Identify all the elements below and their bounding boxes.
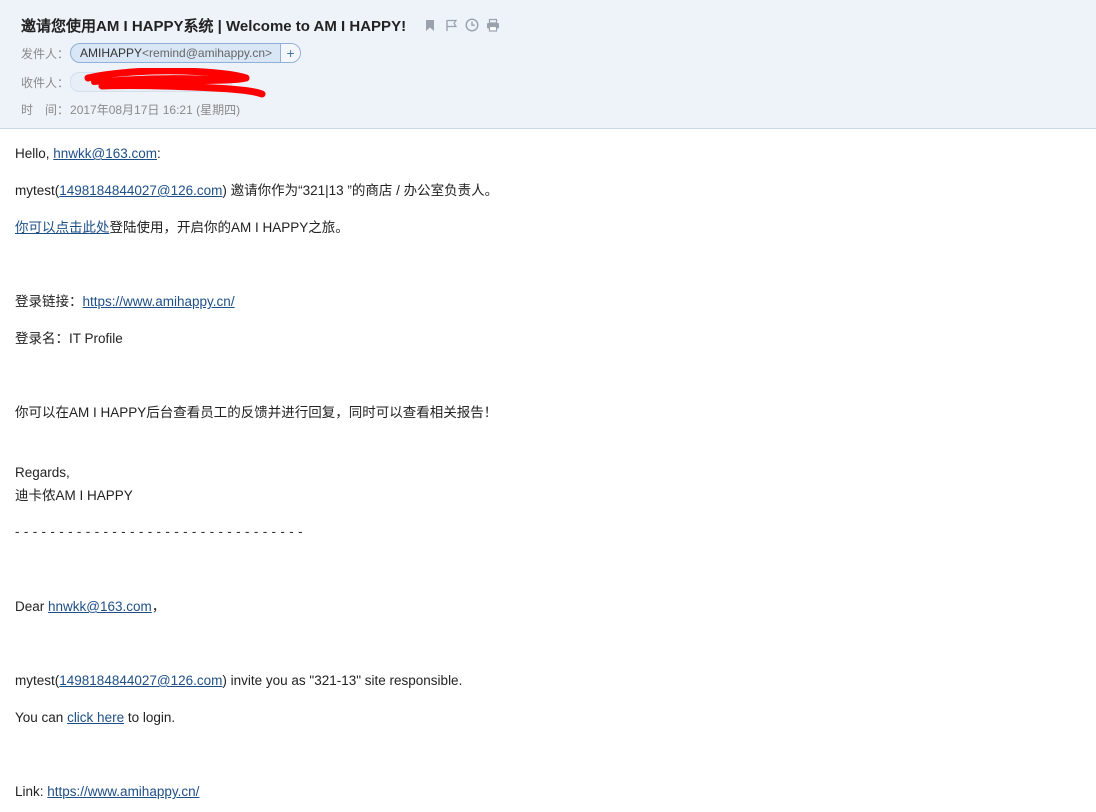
subject-row: 邀请您使用AM I HAPPY系统 | Welcome to AM I HAPP… bbox=[21, 14, 501, 36]
login-url-cn-line: 登录链接：https://www.amihappy.cn/ bbox=[15, 293, 235, 311]
login-url-label-cn: 登录链接： bbox=[15, 294, 83, 309]
subject-actions bbox=[422, 17, 501, 33]
signature-line: 迪卡侬AM I HAPPY bbox=[15, 488, 133, 503]
email-header: 邀请您使用AM I HAPPY系统 | Welcome to AM I HAPP… bbox=[0, 0, 1096, 129]
clock-icon[interactable] bbox=[464, 17, 480, 33]
to-label: 收件人： bbox=[21, 75, 70, 90]
redaction-scribble bbox=[84, 68, 266, 98]
login-name-line: 登录名：IT Profile bbox=[15, 330, 123, 348]
from-row: 发件人： AMIHAPPY <remind@amihappy.cn> + bbox=[21, 42, 302, 64]
dear-line: Dear hnwkk@163.com， bbox=[15, 598, 165, 616]
recipient-email-link[interactable]: hnwkk@163.com bbox=[53, 146, 157, 161]
link-en-line: Link: https://www.amihappy.cn/ bbox=[15, 783, 199, 801]
invite-en-email-link[interactable]: 1498184844027@126.com bbox=[59, 673, 222, 688]
dear-email-link[interactable]: hnwkk@163.com bbox=[48, 599, 152, 614]
login-name-value: IT Profile bbox=[69, 331, 123, 346]
login-link-cn[interactable]: 你可以点击此处 bbox=[15, 220, 110, 235]
sender-name: AMIHAPPY bbox=[80, 46, 143, 60]
invite-en-suffix: ) invite you as "321-13" site responsibl… bbox=[222, 673, 463, 688]
add-contact-button[interactable]: + bbox=[280, 44, 301, 62]
inviter-email-link[interactable]: 1498184844027@126.com bbox=[59, 183, 222, 198]
dear-prefix: Dear bbox=[15, 599, 49, 614]
regards-line: Regards, bbox=[15, 465, 70, 480]
invite-en-prefix: mytest( bbox=[15, 673, 60, 688]
link-en-url[interactable]: https://www.amihappy.cn/ bbox=[47, 784, 199, 799]
dear-suffix: ， bbox=[151, 599, 166, 614]
print-icon[interactable] bbox=[485, 17, 501, 33]
sent-time: 2017年08月17日 16:21 (星期四) bbox=[70, 102, 241, 117]
login-cn-line: 你可以点击此处登陆使用，开启你的AM I HAPPY之旅。 bbox=[15, 219, 349, 237]
sender-text[interactable]: AMIHAPPY <remind@amihappy.cn> bbox=[71, 44, 280, 62]
login-url-link-cn[interactable]: https://www.amihappy.cn/ bbox=[83, 294, 235, 309]
to-login-text: to login. bbox=[124, 710, 176, 725]
sender-email: <remind@amihappy.cn> bbox=[142, 46, 273, 60]
section-divider: - - - - - - - - - - - - - - - - - - - - … bbox=[15, 524, 303, 539]
greeting-suffix: : bbox=[157, 146, 161, 161]
time-row: 时 间： 2017年08月17日 16:21 (星期四) bbox=[21, 99, 240, 119]
invite-en-line: mytest(1498184844027@126.com) invite you… bbox=[15, 672, 462, 690]
feedback-cn-line: 你可以在AM I HAPPY后台查看员工的反馈并进行回复，同时可以查看相关报告！ bbox=[15, 405, 498, 420]
you-can-text: You can bbox=[15, 710, 68, 725]
click-here-link[interactable]: click here bbox=[67, 710, 124, 725]
login-name-label: 登录名： bbox=[15, 331, 69, 346]
invite-cn-line: mytest(1498184844027@126.com) 邀请你作为“321|… bbox=[15, 182, 498, 200]
time-label: 时 间： bbox=[21, 102, 70, 117]
link-en-label: Link: bbox=[15, 784, 48, 799]
bookmark-icon[interactable] bbox=[422, 17, 438, 33]
greeting-prefix: Hello, bbox=[15, 146, 54, 161]
flag-icon[interactable] bbox=[443, 17, 459, 33]
login-en-line: You can click here to login. bbox=[15, 709, 175, 727]
login-cn-suffix: 登陆使用，开启你的AM I HAPPY之旅。 bbox=[109, 220, 349, 235]
email-subject: 邀请您使用AM I HAPPY系统 | Welcome to AM I HAPP… bbox=[21, 17, 407, 35]
invite-cn-suffix: ) 邀请你作为“321|13 ”的商店 / 办公室负责人。 bbox=[222, 183, 499, 198]
invite-cn-prefix: mytest( bbox=[15, 183, 60, 198]
sender-chip[interactable]: AMIHAPPY <remind@amihappy.cn> + bbox=[70, 43, 302, 63]
greeting-line: Hello, hnwkk@163.com: bbox=[15, 145, 161, 163]
from-label: 发件人： bbox=[21, 46, 70, 61]
